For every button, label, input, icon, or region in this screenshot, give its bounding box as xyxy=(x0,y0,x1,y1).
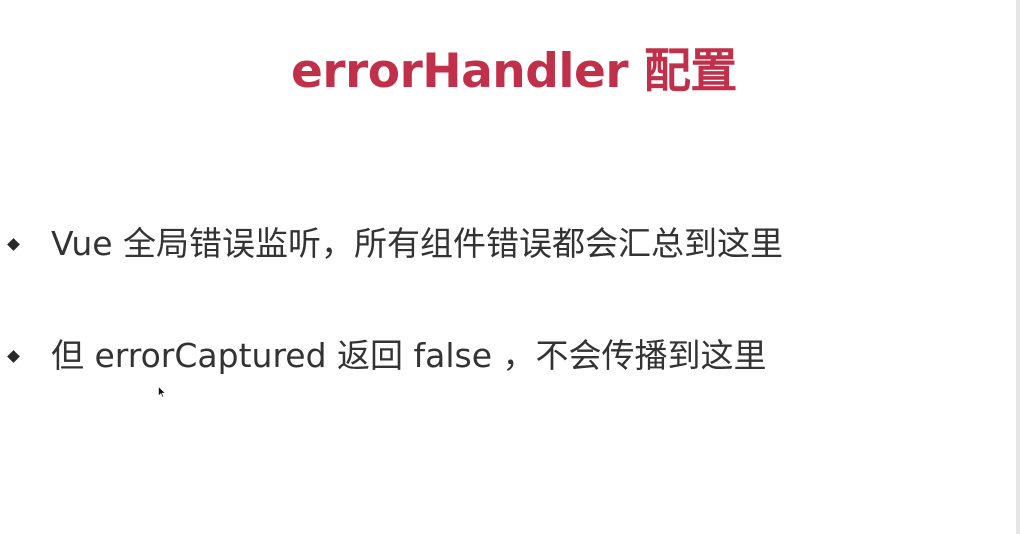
slide-title: errorHandler 配置 xyxy=(291,44,737,99)
bullet-item: 但 errorCaptured 返回 false ，不会传播到这里 xyxy=(7,332,767,380)
bullet-text: Vue 全局错误监听，所有组件错误都会汇总到这里 xyxy=(51,224,784,263)
bullet-text: 但 errorCaptured 返回 false ，不会传播到这里 xyxy=(51,336,767,375)
diamond-bullet-icon xyxy=(7,349,20,363)
bullet-item: Vue 全局错误监听，所有组件错误都会汇总到这里 xyxy=(7,220,783,268)
diamond-bullet-icon xyxy=(7,237,20,251)
presentation-slide: errorHandler 配置 Vue 全局错误监听，所有组件错误都会汇总到这里… xyxy=(0,0,1020,534)
mouse-pointer-icon xyxy=(158,386,166,398)
